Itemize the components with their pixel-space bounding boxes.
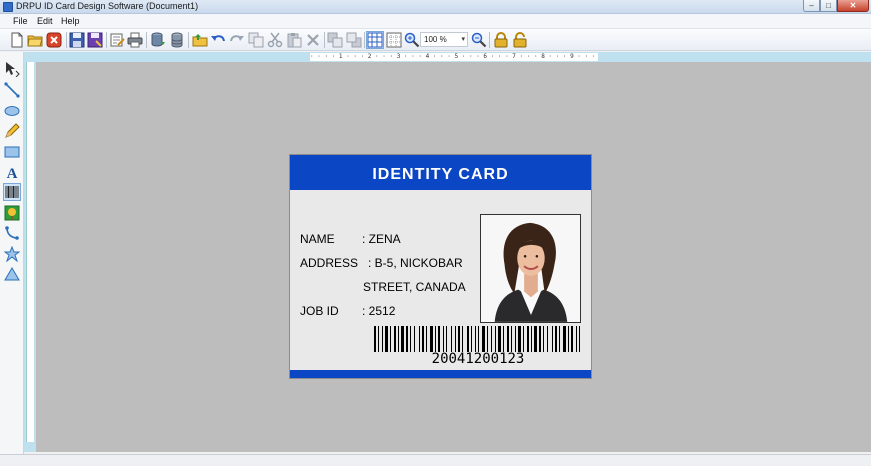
paste-icon[interactable] [285,31,303,49]
bring-to-front-icon[interactable] [326,31,344,49]
send-to-back-icon[interactable] [345,31,363,49]
title-bar: DRPU ID Card Design Software (Document1)… [0,0,871,14]
vertical-ruler [24,52,36,452]
zoom-out-icon[interactable] [470,31,488,49]
text-tool-icon[interactable]: A [3,163,21,181]
card-header: IDENTITY CARD [290,155,591,190]
address-label[interactable]: ADDRESS [300,256,358,270]
pencil-tool-icon[interactable] [3,122,21,140]
export-database-icon[interactable] [149,31,167,49]
menu-help[interactable]: Help [61,16,80,26]
barcode-tool-icon[interactable] [3,183,21,201]
pointer-tool-icon[interactable] [3,60,21,78]
svg-text:A: A [7,166,18,180]
snap-grid-icon[interactable] [385,31,403,49]
menu-edit[interactable]: Edit [37,16,53,26]
jobid-label[interactable]: JOB ID [300,304,339,318]
minimize-button[interactable]: – [803,0,820,12]
window-title: DRPU ID Card Design Software (Document1) [16,1,199,11]
line-tool-icon[interactable] [3,81,21,99]
save-icon[interactable] [68,31,86,49]
menu-file[interactable]: File [13,16,28,26]
unlock-icon[interactable] [511,31,529,49]
zoom-in-icon[interactable] [403,31,421,49]
barcode-number: 20041200123 [431,351,525,367]
name-label[interactable]: NAME [300,232,335,246]
id-card[interactable]: IDENTITY CARD NAME : ZENA ADDRESS : B-5,… [289,154,592,379]
app-icon [3,2,13,12]
star-tool-icon[interactable] [3,245,21,263]
name-value[interactable]: : ZENA [362,232,401,246]
undo-icon[interactable] [209,31,227,49]
app-window: DRPU ID Card Design Software (Document1)… [0,0,871,466]
show-grid-icon[interactable] [366,31,384,49]
card-footer-stripe [290,370,591,378]
menu-bar: File Edit Help [0,14,871,29]
maximize-button[interactable]: □ [820,0,837,12]
zoom-value: 100 % [424,35,447,44]
barcode[interactable] [374,326,582,352]
chevron-down-icon: ▾ [461,36,465,43]
open-folder-icon[interactable] [26,31,44,49]
address-value-line1[interactable]: : B-5, NICKOBAR [368,256,463,270]
new-file-icon[interactable] [8,31,26,49]
edit-properties-icon[interactable] [108,31,126,49]
status-bar [0,454,871,466]
save-as-icon[interactable] [86,31,104,49]
employee-photo[interactable] [480,214,581,323]
ellipse-tool-icon[interactable] [3,102,21,120]
lock-icon[interactable] [492,31,510,49]
drawing-toolbox: A [0,52,24,454]
delete-icon[interactable] [304,31,322,49]
jobid-value[interactable]: : 2512 [362,304,395,318]
address-value-line2[interactable]: STREET, CANADA [363,280,466,294]
database-icon[interactable] [168,31,186,49]
close-document-icon[interactable] [45,31,63,49]
zoom-select[interactable]: 100 % ▾ [420,32,468,47]
card-title[interactable]: IDENTITY CARD [290,166,591,184]
rectangle-tool-icon[interactable] [3,143,21,161]
open-image-icon[interactable] [191,31,209,49]
redo-icon[interactable] [228,31,246,49]
arc-tool-icon[interactable] [3,224,21,242]
close-button[interactable]: ✕ [837,0,869,12]
horizontal-ruler: · · · · 1 · · · 2 · · · 3 · · · 4 · · · … [310,53,598,61]
print-icon[interactable] [126,31,144,49]
copy-icon[interactable] [247,31,265,49]
cut-icon[interactable] [266,31,284,49]
triangle-tool-icon[interactable] [3,265,21,283]
image-tool-icon[interactable] [3,204,21,222]
